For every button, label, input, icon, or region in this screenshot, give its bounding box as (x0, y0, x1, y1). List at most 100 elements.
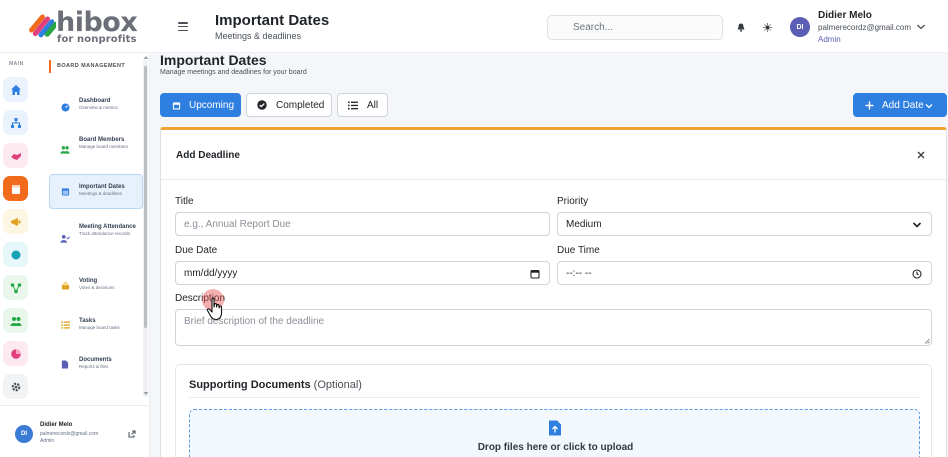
sidebar-item-subtitle: Votes & decisions (79, 285, 115, 290)
page-title: Important Dates (160, 52, 267, 68)
sidebar-item-subtitle: Manage board tasks (79, 325, 120, 330)
due-date-input[interactable]: mm/dd/yyyy (175, 261, 550, 285)
rail-pie-chart-button[interactable] (3, 341, 28, 366)
rail-handshake-button[interactable] (3, 143, 28, 168)
rail-sitemap-button[interactable] (3, 110, 28, 135)
sidebar-item-board-members[interactable]: Board Members Manage board members (49, 129, 143, 169)
header-user-email: palmerecordz@gmail.com (818, 23, 912, 32)
priority-select-value: Medium (566, 218, 602, 230)
add-date-button[interactable]: Add Date (853, 93, 947, 117)
tasks-icon (59, 319, 71, 331)
sun-icon[interactable] (762, 22, 772, 32)
supporting-documents-title: Supporting Documents (Optional) (189, 379, 362, 391)
calendar-icon (59, 186, 71, 198)
sidebar-item-tasks[interactable]: Tasks Manage board tasks (49, 310, 143, 340)
external-link-icon[interactable] (128, 430, 136, 438)
card-header: Add Deadline (161, 130, 946, 180)
sidebar-item-subtitle: Meetings & deadlines (79, 191, 123, 196)
users-icon (59, 143, 71, 155)
sidebar-user-name: Didier Melo (40, 422, 73, 428)
due-time-value: --:-- -- (566, 267, 592, 279)
close-icon[interactable] (917, 151, 925, 159)
priority-label: Priority (557, 196, 589, 207)
sidebar-item-documents[interactable]: Documents Reports & files (49, 349, 143, 379)
sidebar-item-title: Voting (79, 278, 98, 284)
sidebar-item-meeting-attendance[interactable]: Meeting Attendance Track attendance reco… (49, 216, 143, 260)
description-textarea[interactable] (175, 309, 932, 346)
chevron-down-icon (925, 104, 933, 109)
rail-settings-button[interactable] (3, 374, 28, 399)
header-subtitle: Meetings & deadlines (215, 31, 302, 41)
sidebar-user-role: Admin (40, 438, 55, 444)
filter-upcoming-button[interactable]: Upcoming (160, 93, 241, 117)
sidebar-user-email: palmerecordz@gmail.com (40, 431, 99, 437)
sidebar-item-title: Dashboard (79, 98, 111, 104)
rail-home-button[interactable] (3, 77, 28, 102)
filter-all-label: All (367, 99, 379, 111)
due-date-value: mm/dd/yyyy (184, 267, 238, 279)
gear-icon (11, 382, 20, 391)
sidebar-scrollbar-thumb[interactable] (144, 66, 147, 328)
rail-megaphone-button[interactable] (3, 209, 28, 234)
rail-users-button[interactable] (3, 308, 28, 333)
sidebar-item-subtitle: Manage board members (79, 144, 129, 149)
rail-circle-button[interactable] (3, 242, 28, 267)
sidebar-item-title: Board Members (79, 137, 125, 143)
avatar[interactable]: DI (790, 17, 810, 37)
scroll-down-icon[interactable] (143, 391, 149, 396)
title-label: Title (175, 196, 194, 207)
sidebar-item-important-dates[interactable]: Important Dates Meetings & deadlines (49, 174, 143, 209)
sidebar-nav: BOARD MANAGEMENT Dashboard Overview & me… (33, 53, 150, 405)
calendar-icon (171, 100, 181, 110)
filter-upcoming-label: Upcoming (189, 99, 235, 111)
sidebar-item-subtitle: Overview & metrics (79, 105, 118, 110)
chevron-down-icon[interactable] (916, 23, 926, 31)
sidebar-heading: BOARD MANAGEMENT (49, 60, 125, 73)
card-title: Add Deadline (176, 150, 240, 161)
title-input[interactable]: e.g., Annual Report Due (175, 212, 550, 236)
due-date-label: Due Date (175, 245, 218, 256)
priority-select[interactable]: Medium (557, 212, 932, 236)
sidebar-item-title: Tasks (79, 318, 96, 324)
gauge-icon (59, 102, 71, 114)
scroll-up-icon[interactable] (143, 55, 149, 60)
due-time-input[interactable]: --:-- -- (557, 261, 932, 285)
page-subtitle: Manage meetings and deadlines for your b… (160, 69, 307, 76)
plus-icon (864, 100, 874, 110)
resize-handle-icon[interactable] (924, 338, 930, 344)
sidebar-item-voting[interactable]: Voting Votes & decisions (49, 270, 143, 300)
file-icon (59, 358, 71, 370)
ballot-icon (59, 279, 71, 291)
logo-tagline: for nonprofits (57, 34, 137, 45)
supporting-documents-section: Supporting Documents (Optional) Drop fil… (175, 364, 932, 457)
sidebar-item-title: Meeting Attendance (79, 224, 136, 230)
filter-completed-label: Completed (276, 99, 325, 111)
hand-pointer-icon (206, 297, 223, 321)
docs-optional-text: (Optional) (313, 379, 362, 391)
sidebar-item-dashboard[interactable]: Dashboard Overview & metrics (49, 91, 143, 124)
clock-icon[interactable] (912, 269, 922, 279)
calendar-icon[interactable] (530, 269, 540, 279)
filter-all-button[interactable]: All (337, 93, 388, 117)
file-upload-icon (549, 420, 561, 436)
list-icon (348, 100, 358, 110)
user-check-icon (59, 232, 71, 244)
rail-network-button[interactable] (3, 275, 28, 300)
check-circle-icon (257, 100, 267, 110)
sidebar-user-card: DI Didier Melo palmerecordz@gmail.com Ad… (0, 405, 150, 457)
filter-completed-button[interactable]: Completed (246, 93, 332, 117)
avatar: DI (15, 425, 33, 443)
network-icon (10, 282, 21, 293)
header-user-role: Admin (818, 35, 841, 44)
file-dropzone[interactable]: Drop files here or click to upload (189, 409, 920, 457)
megaphone-icon (10, 217, 20, 226)
rail-calendar-button[interactable] (3, 176, 28, 201)
users-icon (10, 316, 21, 326)
home-icon (10, 84, 21, 95)
sidebar-item-subtitle: Reports & files (79, 364, 109, 369)
bell-icon[interactable] (736, 22, 746, 32)
sidebar-item-subtitle: Track attendance records (79, 231, 130, 236)
menu-toggle-icon[interactable] (178, 22, 188, 32)
rail-label: MAIN (9, 61, 24, 67)
search-input[interactable] (547, 15, 723, 40)
